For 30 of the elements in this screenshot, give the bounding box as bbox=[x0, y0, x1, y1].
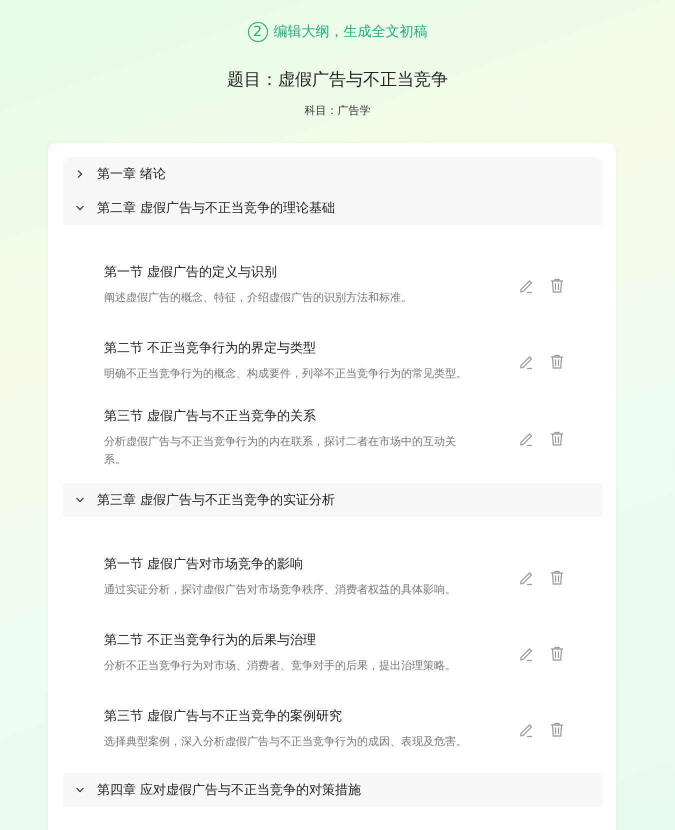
chevron-down-icon bbox=[75, 495, 85, 505]
section-title: 第一节 虚假广告的定义与识别 bbox=[104, 264, 278, 282]
section-description: 分析虚假广告与不正当竞争行为的内在联系，探讨二者在市场中的互动关系。 bbox=[104, 434, 457, 468]
subject-label: 科目：广告学 bbox=[304, 103, 370, 118]
delete-icon[interactable] bbox=[549, 276, 565, 294]
delete-icon[interactable] bbox=[549, 430, 565, 446]
delete-icon[interactable] bbox=[549, 352, 565, 370]
chapter-row[interactable]: 第一章 绪论 bbox=[63, 157, 603, 191]
section-title: 第三节 虚假广告与不正当竞争的关系 bbox=[104, 408, 318, 426]
chevron-right-icon bbox=[75, 169, 85, 179]
chapter-row[interactable]: 第二章 虚假广告与不正当竞争的理论基础 bbox=[63, 191, 603, 225]
step-number: 2 bbox=[248, 22, 268, 42]
chevron-down-icon bbox=[75, 785, 85, 795]
section-description: 通过实证分析，探讨虚假广告对市场竞争秩序、消费者权益的具体影响。 bbox=[104, 582, 457, 598]
section-description: 分析不正当竞争行为对市场、消费者、竞争对手的后果，提出治理策略。 bbox=[104, 658, 457, 674]
section-title: 第一节 虚假广告对市场竞争的影响 bbox=[104, 556, 304, 574]
delete-icon[interactable] bbox=[549, 720, 565, 738]
delete-icon[interactable] bbox=[549, 644, 565, 662]
section-description: 明确不正当竞争行为的概念、构成要件，列举不正当竞争行为的常见类型。 bbox=[104, 366, 468, 382]
section-title: 第二节 不正当竞争行为的界定与类型 bbox=[104, 340, 318, 358]
chevron-down-icon bbox=[75, 203, 85, 213]
chapter-row[interactable]: 第三章 虚假广告与不正当竞争的实证分析 bbox=[63, 483, 603, 517]
section-description: 选择典型案例，深入分析虚假广告与不正当竞争行为的成因、表现及危害。 bbox=[104, 734, 468, 750]
section-title: 第三节 虚假广告与不正当竞争的案例研究 bbox=[104, 708, 344, 726]
section-description: 阐述虚假广告的概念、特征，介绍虚假广告的识别方法和标准。 bbox=[104, 290, 413, 306]
delete-icon[interactable] bbox=[549, 568, 565, 586]
section-title: 第二节 不正当竞争行为的后果与治理 bbox=[104, 632, 318, 650]
essay-title: 题目：虚假广告与不正当竞争 bbox=[227, 69, 448, 91]
chapter-row[interactable]: 第四章 应对虚假广告与不正当竞争的对策措施 bbox=[63, 773, 603, 807]
step-label: 编辑大纲，生成全文初稿 bbox=[274, 23, 428, 41]
